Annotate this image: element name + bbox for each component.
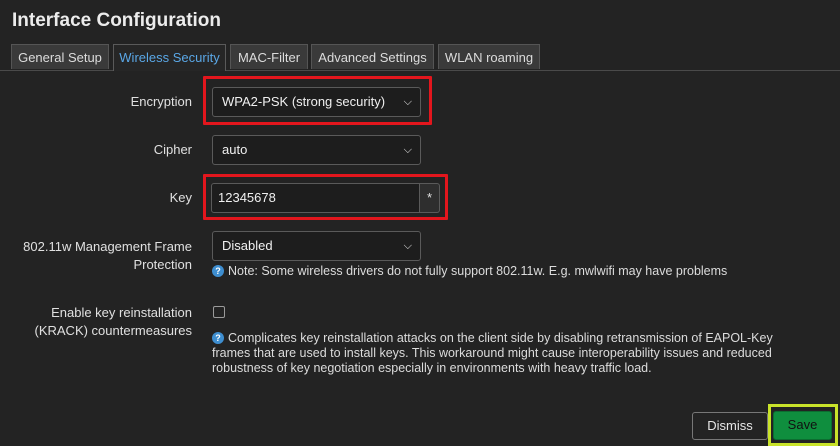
cipher-select[interactable]: auto ⌵ [212,135,421,165]
encryption-label: Encryption [130,94,192,109]
chevron-down-icon: ⌵ [403,144,412,156]
krack-label-line1: Enable key reinstallation [51,305,192,320]
mfp-value: Disabled [222,238,273,253]
save-button[interactable]: Save [773,411,832,440]
krack-help-line3: robustness of key negotiation especially… [212,361,652,375]
key-label: Key [169,190,192,205]
mfp-label-line2: Protection [133,257,192,272]
krack-help-line2: frames that are used to install keys. Th… [212,346,772,360]
encryption-value: WPA2-PSK (strong security) [222,94,386,109]
tab-general-setup[interactable]: General Setup [11,44,109,69]
mfp-label: 802.11w Management Frame Protection [10,238,192,274]
cipher-value: auto [222,142,248,157]
tab-advanced-settings[interactable]: Advanced Settings [311,44,434,69]
krack-label-line2: (KRACK) countermeasures [34,323,193,338]
dismiss-button[interactable]: Dismiss [692,412,768,440]
tab-wireless-security[interactable]: Wireless Security [113,44,226,71]
krack-checkbox[interactable] [213,306,225,318]
tab-mac-filter[interactable]: MAC-Filter [230,44,308,69]
cipher-label: Cipher [153,142,192,157]
help-circle-icon: ? [212,332,224,344]
help-circle-icon: ? [212,265,224,277]
mfp-label-line1: 802.11w Management Frame [23,239,192,254]
mfp-help: ? Note: Some wireless drivers do not full… [212,264,812,279]
mfp-select[interactable]: Disabled ⌵ [212,231,421,261]
encryption-select[interactable]: WPA2-PSK (strong security) ⌵ [212,87,421,117]
chevron-down-icon: ⌵ [403,240,412,252]
reveal-password-button[interactable]: * [420,183,440,213]
krack-help: ? Complicates key reinstallation attacks … [212,331,832,376]
chevron-down-icon: ⌵ [403,96,412,108]
key-input[interactable]: 12345678 [211,183,420,213]
mfp-help-text: Note: Some wireless drivers do not fully… [228,264,728,278]
page-title: Interface Configuration [12,10,222,31]
tab-wlan-roaming[interactable]: WLAN roaming [438,44,540,69]
krack-label: Enable key reinstallation (KRACK) counte… [10,304,193,340]
krack-help-line1: Complicates key reinstallation attacks o… [228,331,773,345]
